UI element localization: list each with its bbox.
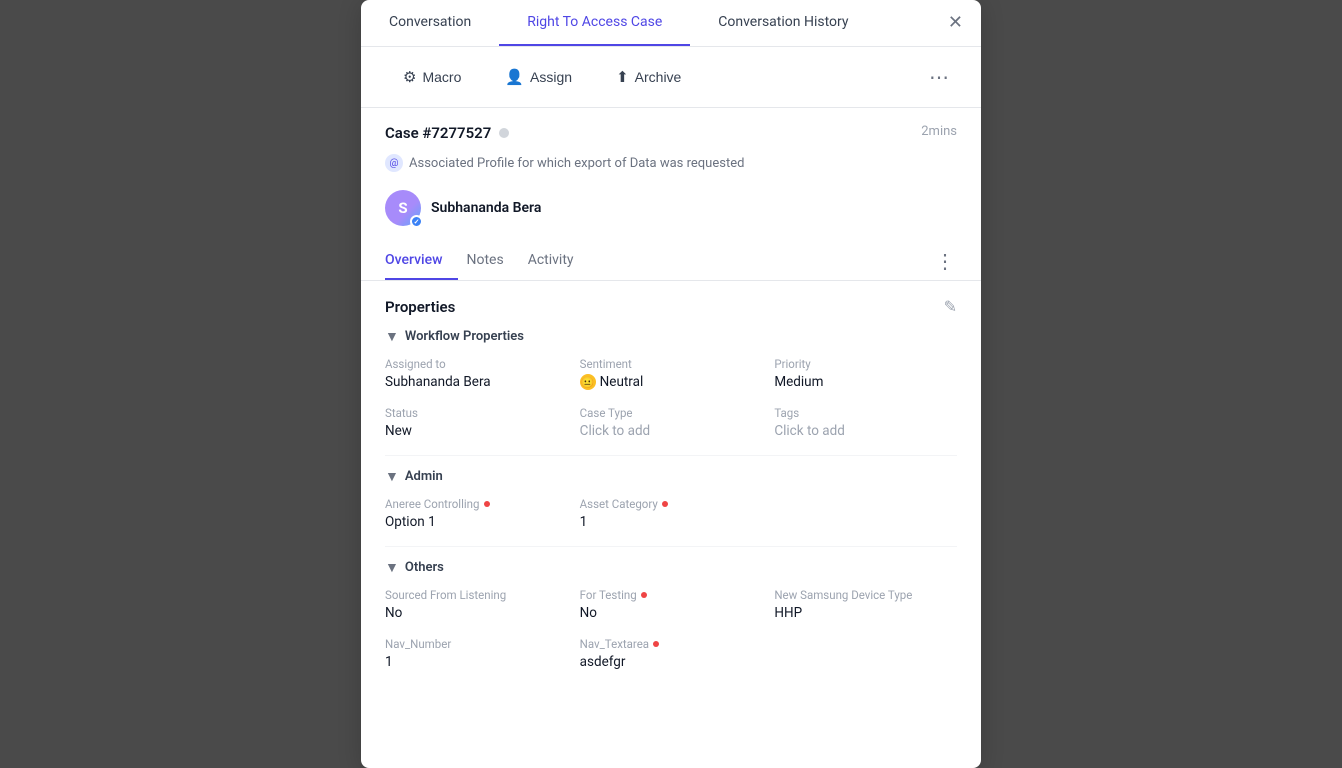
properties-header: Properties ✎ — [385, 297, 957, 316]
tags-value[interactable]: Click to add — [774, 423, 957, 439]
testing-value: No — [580, 605, 763, 621]
samsung-value: HHP — [774, 605, 957, 621]
inner-tab-bar: Overview Notes Activity ⋮ — [361, 242, 981, 281]
case-id: Case #7277527 — [385, 124, 491, 142]
asset-field: Asset Category 1 — [580, 497, 763, 530]
profile-row: S ✓ Subhananda Bera — [361, 182, 981, 242]
admin-section: ▼ Admin Aneree Controlling Option 1 Asse… — [385, 468, 957, 530]
macro-button[interactable]: ⚙ Macro — [385, 60, 479, 94]
aneree-value: Option 1 — [385, 514, 568, 530]
case-time: 2mins — [921, 124, 957, 139]
assign-button[interactable]: 👤 Assign — [487, 60, 590, 94]
avatar: S ✓ — [385, 190, 421, 226]
status-dot — [499, 128, 509, 138]
avatar-badge-icon: ✓ — [410, 215, 423, 228]
priority-value: Medium — [774, 374, 957, 390]
workflow-section: ▼ Workflow Properties Assigned to Subhan… — [385, 328, 957, 439]
tags-field: Tags Click to add — [774, 406, 957, 439]
tab-overview[interactable]: Overview — [385, 242, 458, 280]
required-dot-2 — [662, 501, 668, 507]
asset-value: 1 — [580, 514, 763, 530]
workflow-header[interactable]: ▼ Workflow Properties — [385, 328, 957, 345]
testing-field: For Testing No — [580, 588, 763, 621]
admin-grid: Aneree Controlling Option 1 Asset Catego… — [385, 497, 957, 530]
divider-1 — [385, 455, 957, 456]
testing-label: For Testing — [580, 588, 763, 602]
nav-textarea-value: asdefgr — [580, 654, 763, 670]
chevron-down-icon: ▼ — [385, 328, 399, 345]
tags-label: Tags — [774, 406, 957, 420]
sentiment-field: Sentiment 😐 Neutral — [580, 357, 763, 390]
close-icon[interactable]: ✕ — [930, 0, 981, 46]
workflow-grid: Assigned to Subhananda Bera Sentiment 😐 … — [385, 357, 957, 439]
required-dot-4 — [653, 641, 659, 647]
samsung-label: New Samsung Device Type — [774, 588, 957, 602]
aneree-label: Aneree Controlling — [385, 497, 568, 511]
macro-icon: ⚙ — [403, 68, 416, 86]
required-dot-3 — [641, 592, 647, 598]
aneree-field: Aneree Controlling Option 1 — [385, 497, 568, 530]
assigned-to-field: Assigned to Subhananda Bera — [385, 357, 568, 390]
asset-label: Asset Category — [580, 497, 763, 511]
archive-icon: ⬆ — [616, 68, 629, 86]
edit-icon[interactable]: ✎ — [944, 297, 957, 316]
sourced-label: Sourced From Listening — [385, 588, 568, 602]
sourced-field: Sourced From Listening No — [385, 588, 568, 621]
properties-title: Properties — [385, 298, 455, 316]
nav-number-field: Nav_Number 1 — [385, 637, 568, 670]
sourced-value: No — [385, 605, 568, 621]
others-section: ▼ Others Sourced From Listening No For T… — [385, 559, 957, 670]
case-subtext-row: @ Associated Profile for which export of… — [361, 150, 981, 182]
divider-2 — [385, 546, 957, 547]
assign-icon: 👤 — [505, 68, 524, 86]
more-options-icon[interactable]: ⋯ — [921, 59, 957, 95]
admin-header[interactable]: ▼ Admin — [385, 468, 957, 485]
tab-history[interactable]: Conversation History — [690, 0, 876, 46]
toolbar: ⚙ Macro 👤 Assign ⬆ Archive ⋯ — [361, 47, 981, 108]
status-label: Status — [385, 406, 568, 420]
case-type-field: Case Type Click to add — [580, 406, 763, 439]
tab-right-access[interactable]: Right To Access Case — [499, 0, 690, 46]
admin-label: Admin — [405, 469, 443, 484]
tab-activity[interactable]: Activity — [528, 242, 590, 280]
archive-button[interactable]: ⬆ Archive — [598, 60, 699, 94]
chevron-down-icon-2: ▼ — [385, 468, 399, 485]
status-value: New — [385, 423, 568, 439]
status-field: Status New — [385, 406, 568, 439]
case-type-label: Case Type — [580, 406, 763, 420]
nav-textarea-label: Nav_Textarea — [580, 637, 763, 651]
tab-conversation[interactable]: Conversation — [361, 0, 499, 46]
nav-textarea-field: Nav_Textarea asdefgr — [580, 637, 763, 670]
priority-field: Priority Medium — [774, 357, 957, 390]
case-header: Case #7277527 2mins — [361, 108, 981, 150]
assigned-to-value: Subhananda Bera — [385, 374, 568, 390]
sentiment-value: 😐 Neutral — [580, 374, 763, 390]
others-grid: Sourced From Listening No For Testing No… — [385, 588, 957, 670]
required-dot — [484, 501, 490, 507]
chevron-down-icon-3: ▼ — [385, 559, 399, 576]
others-header[interactable]: ▼ Others — [385, 559, 957, 576]
nav-number-label: Nav_Number — [385, 637, 568, 651]
inner-tab-more-icon[interactable]: ⋮ — [933, 243, 957, 279]
case-subtext-label: Associated Profile for which export of D… — [409, 156, 744, 171]
nav-number-value: 1 — [385, 654, 568, 670]
content-area: Properties ✎ ▼ Workflow Properties Assig… — [361, 281, 981, 768]
others-label: Others — [405, 560, 444, 575]
workflow-label: Workflow Properties — [405, 329, 524, 344]
profile-icon: @ — [385, 154, 403, 172]
sentiment-neutral-icon: 😐 — [580, 374, 596, 390]
assigned-to-label: Assigned to — [385, 357, 568, 371]
samsung-field: New Samsung Device Type HHP — [774, 588, 957, 621]
case-type-value[interactable]: Click to add — [580, 423, 763, 439]
tab-bar: Conversation Right To Access Case Conver… — [361, 0, 981, 47]
tab-notes[interactable]: Notes — [466, 242, 519, 280]
main-panel: Conversation Right To Access Case Conver… — [361, 0, 981, 768]
sentiment-label: Sentiment — [580, 357, 763, 371]
profile-name: Subhananda Bera — [431, 200, 541, 216]
priority-label: Priority — [774, 357, 957, 371]
